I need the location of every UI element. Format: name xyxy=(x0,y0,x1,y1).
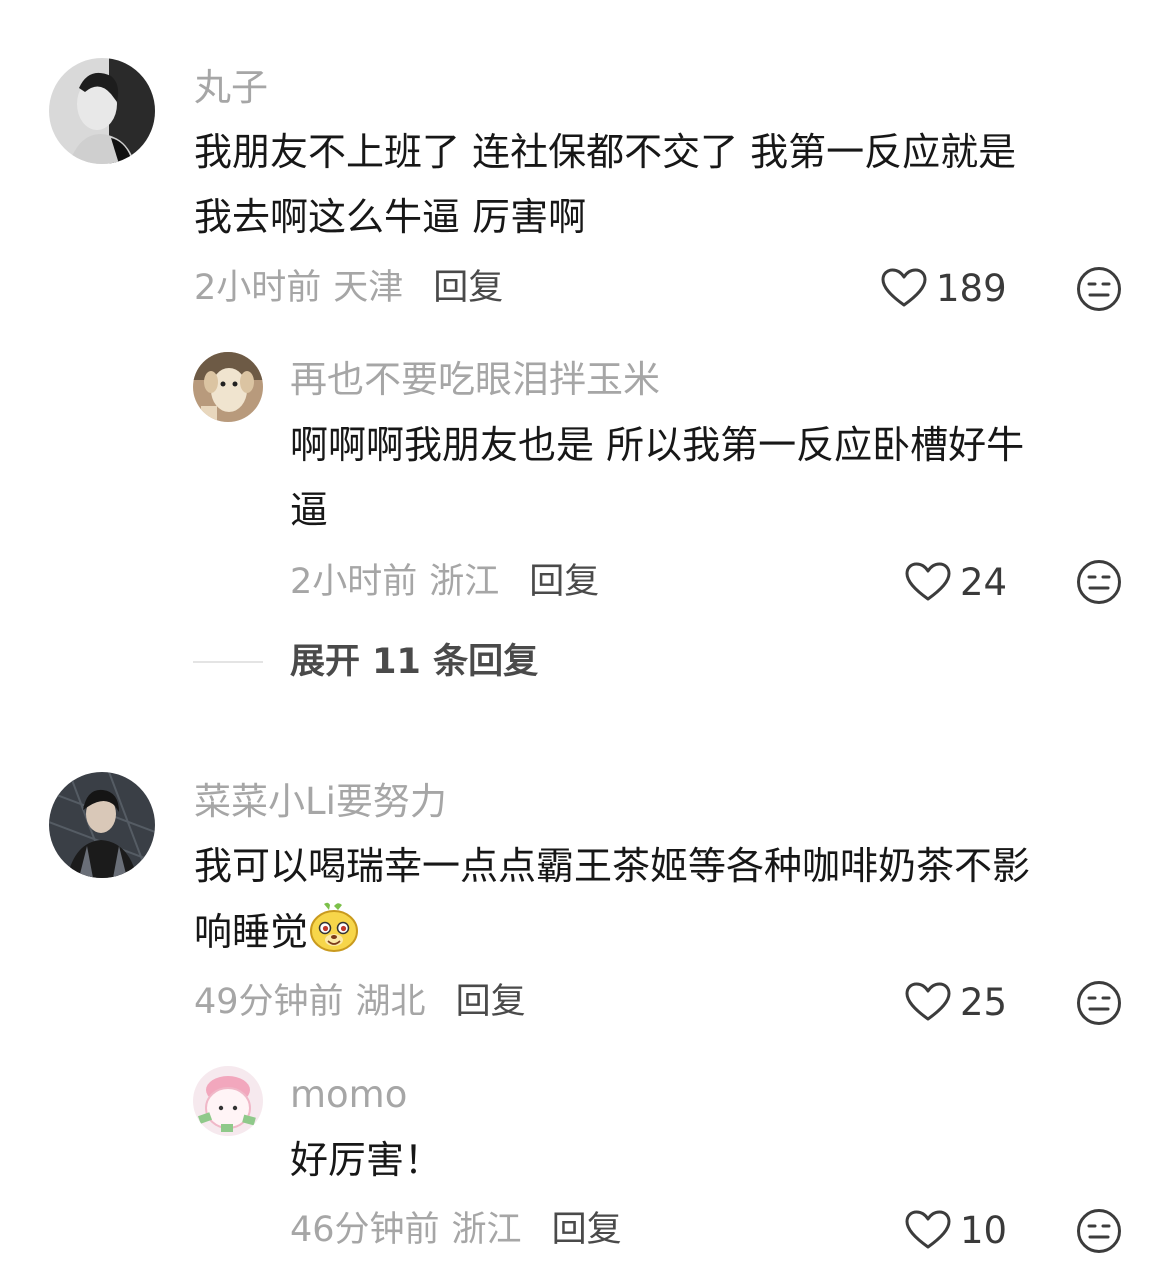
location: 湖北 xyxy=(355,982,426,1022)
like-button[interactable]: 189 xyxy=(880,266,1007,310)
meh-face-icon[interactable] xyxy=(1076,980,1122,1026)
location: 浙江 xyxy=(429,562,500,602)
heart-outline-icon xyxy=(905,982,951,1021)
comment-text-line-1: 啊啊啊我朋友也是 所以我第一反应卧槽好牛 xyxy=(290,423,1025,467)
reply-button[interactable]: 回复 xyxy=(433,268,503,308)
meh-face-icon[interactable] xyxy=(1076,559,1122,605)
comment-meta: 49分钟前 湖北 回复 xyxy=(194,980,526,1024)
heart-outline-icon xyxy=(905,1210,951,1249)
timestamp: 46分钟前 xyxy=(290,1210,440,1250)
comment-text-line-2-wrap: 响睡觉 xyxy=(194,900,360,964)
comment-meta: 2小时前 浙江 回复 xyxy=(290,560,599,604)
username[interactable]: 丸子 xyxy=(194,66,268,110)
comment-text-line-1: 好厉害！ xyxy=(290,1138,443,1182)
avatar[interactable] xyxy=(193,352,263,422)
like-count: 24 xyxy=(960,560,1008,604)
like-count: 10 xyxy=(960,1208,1008,1252)
timestamp: 49分钟前 xyxy=(194,982,344,1022)
reply-button[interactable]: 回复 xyxy=(529,562,599,602)
location: 浙江 xyxy=(451,1210,522,1250)
heart-outline-icon xyxy=(905,562,951,601)
comment-meta: 46分钟前 浙江 回复 xyxy=(290,1208,622,1252)
like-count: 25 xyxy=(960,980,1008,1024)
avatar[interactable] xyxy=(49,772,155,878)
like-button[interactable]: 24 xyxy=(904,560,1007,604)
meh-face-icon[interactable] xyxy=(1076,266,1122,312)
comment-text-line-2: 逼 xyxy=(290,488,329,532)
like-button[interactable]: 25 xyxy=(904,980,1007,1024)
like-count: 189 xyxy=(936,266,1007,310)
expand-divider xyxy=(193,661,263,663)
username[interactable]: 菜菜小Li要努力 xyxy=(194,780,447,824)
comment-text-line-1: 我朋友不上班了 连社保都不交了 我第一反应就是 xyxy=(194,130,1017,174)
yellow-dog-emoji xyxy=(310,902,359,952)
heart-outline-icon xyxy=(881,268,927,307)
reply-button[interactable]: 回复 xyxy=(456,982,526,1022)
username[interactable]: momo xyxy=(290,1073,407,1117)
meh-face-icon[interactable] xyxy=(1076,1208,1122,1254)
like-button[interactable]: 10 xyxy=(904,1208,1007,1252)
comment-meta: 2小时前 天津 回复 xyxy=(194,266,503,310)
avatar[interactable] xyxy=(49,58,155,164)
avatar[interactable] xyxy=(193,1066,263,1136)
location: 天津 xyxy=(333,268,404,308)
comment-text-line-2: 我去啊这么牛逼 厉害啊 xyxy=(194,195,587,239)
timestamp: 2小时前 xyxy=(290,562,418,602)
comment-text-line-1: 我可以喝瑞幸一点点霸王茶姬等各种咖啡奶茶不影 xyxy=(194,844,1031,888)
expand-replies-button[interactable]: 展开 11 条回复 xyxy=(290,640,538,684)
username[interactable]: 再也不要吃眼泪拌玉米 xyxy=(290,358,660,402)
timestamp: 2小时前 xyxy=(194,268,322,308)
reply-button[interactable]: 回复 xyxy=(552,1210,622,1250)
comment-text-line-2: 响睡觉 xyxy=(194,910,309,954)
